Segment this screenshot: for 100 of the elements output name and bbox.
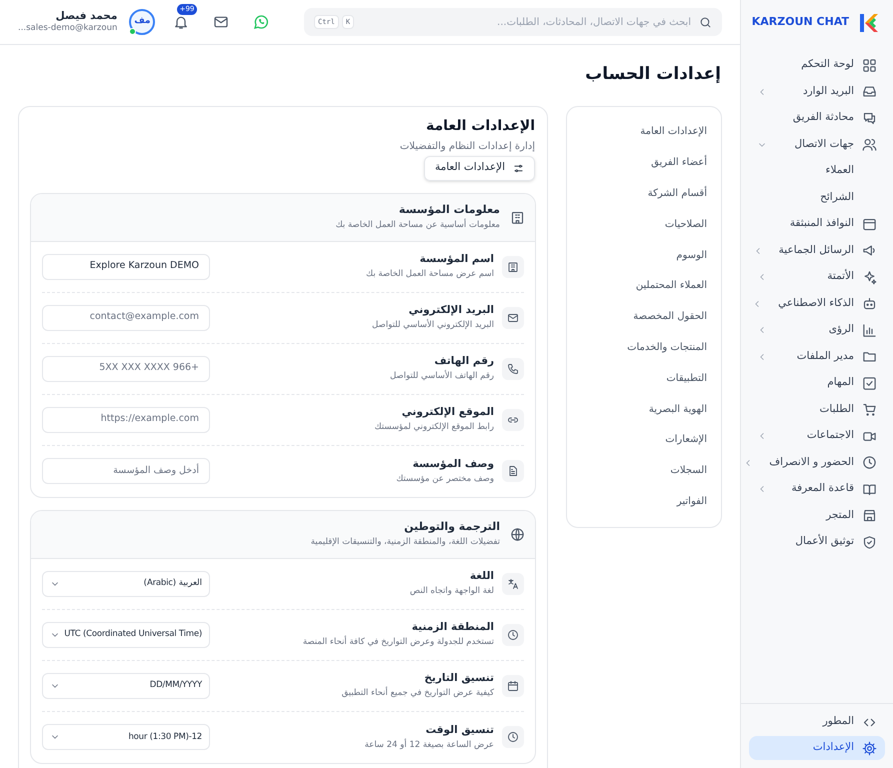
megaphone-icon <box>862 243 877 258</box>
chat-icon <box>862 110 877 126</box>
settings-nav-item[interactable]: أقسام الشركة <box>579 178 709 209</box>
mail-icon <box>507 312 519 324</box>
sidebar-item[interactable]: الحضور و الانصراف <box>749 450 885 475</box>
mail-icon <box>213 14 230 30</box>
sidebar-item[interactable]: مدير الملفات <box>749 344 885 369</box>
building-icon <box>510 210 525 224</box>
whatsapp-icon[interactable] <box>253 14 270 30</box>
field-label: وصف المؤسسة <box>412 456 494 472</box>
select-field[interactable]: hour (1:30 PM)-12 <box>42 724 210 750</box>
settings-nav-item[interactable]: الإعدادات العامة <box>579 116 709 148</box>
sidebar-item[interactable]: المهام <box>749 371 885 396</box>
sidebar-item[interactable]: الرسائل الجماعية <box>749 238 885 263</box>
sidebar-item[interactable]: قاعدة المعرفة <box>749 477 885 502</box>
sidebar-item[interactable]: البريد الوارد <box>749 80 885 104</box>
sidebar-item[interactable]: المطور <box>749 710 885 734</box>
field-label: الموقع الإلكتروني <box>400 405 494 420</box>
field-label: رقم الهاتف <box>433 354 494 370</box>
section-title: معلومات المؤسسة <box>398 202 500 218</box>
field-description: عرض الساعة بصيغة 12 أو 24 ساعة <box>364 738 494 752</box>
settings-nav-item[interactable]: السجلات <box>579 455 709 486</box>
bell-icon <box>173 14 190 30</box>
section-subtitle: تفضيلات اللغة، والمنطقة الزمنية، والتنسيقات الإقليمية <box>310 536 500 549</box>
sidebar-item[interactable]: الأتمتة <box>749 265 885 290</box>
section-subtitle: معلومات أساسية عن مساحة العمل الخاصة بك <box>336 218 500 232</box>
field-label: تنسيق الوقت <box>424 722 494 738</box>
folder-icon <box>862 349 877 364</box>
sidebar-item[interactable]: جهات الاتصال <box>749 132 885 157</box>
settings-nav-item[interactable]: الإشعارات <box>579 424 709 456</box>
settings-nav-item[interactable]: التطبيقات <box>579 362 709 394</box>
select-field[interactable]: DD/MM/YYYY <box>42 672 210 698</box>
settings-nav-item[interactable]: الصلاحيات <box>579 208 709 240</box>
field-label: اسم المؤسسة <box>418 252 494 268</box>
text-field[interactable]: contact@example.com <box>42 304 210 330</box>
settings-nav-item[interactable]: الفواتير <box>579 486 709 517</box>
text-field[interactable]: Explore Karzoun DEMO <box>42 254 210 280</box>
settings-nav-item[interactable]: أعضاء الفريق <box>579 147 709 178</box>
field-label: المنطقة الزمنية <box>410 620 494 636</box>
text-field[interactable]: 5XX XXX XXXX 966+ <box>42 356 210 382</box>
field-label: اللغة <box>468 569 494 584</box>
store-icon <box>862 508 877 524</box>
calendar-icon <box>507 680 519 692</box>
sidebar-item[interactable]: الإعدادات <box>749 736 885 760</box>
text-field[interactable]: أدخل وصف المؤسسة <box>42 458 210 484</box>
avatar[interactable]: مف <box>129 9 156 35</box>
clock-icon <box>507 731 519 743</box>
field-description: البريد الإلكتروني الأساسي للتواصل <box>371 319 494 332</box>
settings-nav-item[interactable]: الحقول المخصصة <box>579 301 709 332</box>
checkbox-icon <box>862 376 877 391</box>
field-description: رقم الهاتف الأساسي للتواصل <box>388 370 494 383</box>
sidebar-subitem[interactable]: الشرائح <box>749 186 885 210</box>
settings-nav-item[interactable]: الوسوم <box>579 240 709 270</box>
field-label: البريد الإلكتروني <box>408 303 494 318</box>
select-field[interactable]: العربية (Arabic) <box>42 570 210 596</box>
sidebar-item[interactable]: الرؤى <box>749 318 885 342</box>
field-description: اسم عرض مساحة العمل الخاصة بك <box>365 268 494 281</box>
panel-title: الإعدادات العامة <box>426 116 535 136</box>
bar-chart-icon <box>862 322 877 338</box>
clock-icon <box>507 628 519 640</box>
panel-subtitle: إدارة إعدادات النظام والتفضيلات <box>400 140 535 154</box>
settings-nav-item[interactable]: العملاء المحتملين <box>579 270 709 302</box>
text-field[interactable]: https://example.com <box>42 406 210 432</box>
phone-icon <box>507 362 519 374</box>
sidebar-item[interactable]: النوافذ المنبثقة <box>749 212 885 236</box>
sliders-icon <box>513 162 524 174</box>
field-label: تنسيق التاريخ <box>423 671 494 686</box>
shield-check-icon <box>862 534 877 550</box>
user-name: محمد فيصل <box>54 10 118 24</box>
sidebar-item[interactable]: محادثة الفريق <box>749 106 885 130</box>
translate-icon <box>507 578 519 590</box>
sidebar-item[interactable]: المتجر <box>749 504 885 528</box>
document-icon <box>507 465 519 477</box>
field-description: رابط الموقع الإلكتروني لمؤسستك <box>374 421 494 434</box>
field-description: لغة الواجهة واتجاه النص <box>408 585 494 598</box>
sidebar-item[interactable]: توثيق الأعمال <box>749 530 885 554</box>
grid-icon <box>862 58 877 73</box>
sidebar-item[interactable]: الطلبات <box>749 398 885 422</box>
brand-name: KARZOUN CHAT <box>752 14 849 30</box>
window-icon <box>862 216 877 232</box>
sidebar-subitem[interactable]: العملاء <box>749 159 885 184</box>
section-title: الترجمة والتوطين <box>403 519 500 536</box>
search-icon <box>699 16 712 28</box>
settings-nav-item[interactable]: الهوية البصرية <box>579 394 709 424</box>
clock-icon <box>862 455 877 470</box>
sidebar-item[interactable]: لوحة التحكم <box>749 53 885 78</box>
cart-icon <box>862 402 877 418</box>
users-icon <box>862 137 877 152</box>
user-email: sales-demo@karzoun... <box>18 23 118 34</box>
sparkles-icon <box>862 270 877 285</box>
sidebar-item[interactable]: الذكاء الاصطناعي <box>749 292 885 316</box>
settings-nav-item[interactable]: المنتجات والخدمات <box>579 332 709 363</box>
select-field[interactable]: UTC (Coordinated Universal Time) <box>42 622 210 648</box>
sidebar-item[interactable]: الاجتماعات <box>749 424 885 448</box>
general-settings-button[interactable]: الإعدادات العامة <box>424 156 535 180</box>
globe-icon <box>510 526 525 542</box>
page-title: إعدادات الحساب <box>584 63 722 86</box>
field-description: كيفية عرض التواريخ في جميع أنحاء التطبيق <box>340 687 494 700</box>
field-description: وصف مختصر عن مؤسستك <box>395 472 494 486</box>
settings-icon <box>862 740 877 756</box>
